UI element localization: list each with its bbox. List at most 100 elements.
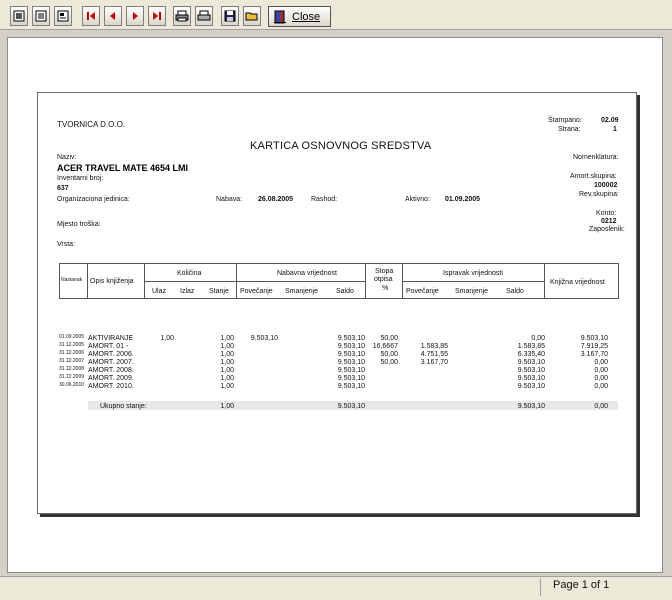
table-cell-stanje: 1,00	[220, 367, 234, 374]
stampano-label: Štampano:	[548, 117, 582, 124]
table-cell-isp-pov: 1.583,85	[420, 343, 448, 350]
aktivno-value: 01.09.2005	[445, 196, 481, 203]
close-label: Close	[292, 10, 321, 23]
table-cell-stanje: 1,00	[220, 383, 234, 390]
table-cell-opis: AMORT. 2006.	[88, 351, 134, 358]
col-nastanak: Nastanak	[61, 277, 83, 283]
table-cell-knj: 0,00	[594, 375, 608, 382]
prev-page-icon[interactable]	[104, 6, 122, 26]
konto-label: Konto:	[596, 210, 617, 217]
col-stanje: Stanje	[209, 288, 229, 295]
amort-grupa-value: 100002	[594, 182, 618, 189]
table-header: Nastanak Opis knjiženja Količina Ulaz Iz…	[59, 263, 619, 299]
company-name: TVORNICA D.O.O.	[57, 120, 126, 129]
report-page: TVORNICA D.O.O. Štampano: 02.09 Strana: …	[37, 92, 637, 514]
aktivno-label: Aktivno:	[405, 196, 430, 203]
stampano-value: 02.09	[601, 117, 619, 124]
first-page-icon[interactable]	[82, 6, 100, 26]
table-cell-isp-saldo: 1.583,85	[517, 343, 545, 350]
print-icon[interactable]	[195, 6, 213, 26]
col-otpisa: otpisa	[374, 276, 393, 283]
rashod-label: Rashod:	[311, 196, 338, 203]
col-izlaz: Izlaz	[180, 288, 195, 295]
table-cell-opis: AMORT. 2008.	[88, 367, 134, 374]
col-nabavna: Nabavna vrijednost	[277, 270, 337, 277]
table-cell-isp-pov: 4.751,55	[420, 351, 448, 358]
page-title: KARTICA OSNOVNOG SREDSTVA	[250, 140, 432, 152]
col-ispravak: Ispravak vrijednosti	[443, 270, 503, 277]
zaposlenik-label: Zaposlenik:	[589, 226, 625, 233]
table-cell-knj: 7.919,25	[580, 343, 608, 350]
status-divider	[540, 578, 541, 596]
col-isp-saldo: Saldo	[506, 288, 524, 295]
table-cell-stanje: 1,00	[220, 335, 234, 342]
table-cell-ulaz: 1,00	[160, 335, 174, 342]
nabava-label: Nabava:	[216, 196, 243, 203]
page-width-icon[interactable]	[32, 6, 50, 26]
table-cell-opis: AKTIVIRANJE	[88, 335, 134, 342]
next-page-icon[interactable]	[126, 6, 144, 26]
table-cell-nab-saldo: 9.503,10	[337, 335, 365, 342]
table-cell-opis: AMORT. 2009.	[88, 375, 134, 382]
close-button[interactable]: Close	[268, 6, 331, 27]
table-cell-nab-pov: 9.503,10	[250, 335, 278, 342]
col-pct: %	[382, 285, 389, 292]
table-cell-knj: 0,00	[594, 367, 608, 374]
table-cell-knj: 3.167,70	[580, 351, 608, 358]
zoom-icon[interactable]	[54, 6, 72, 26]
col-opis: Opis knjiženja	[90, 278, 134, 285]
amort-grupa-label: Amort.skupina:	[570, 173, 617, 180]
totals-nab-saldo: 9.503,10	[337, 403, 365, 410]
table-cell-stanje: 1,00	[220, 359, 234, 366]
col-isp-povecanje: Povečanje	[406, 288, 439, 295]
whole-page-icon[interactable]	[10, 6, 28, 26]
preview-area[interactable]: TVORNICA D.O.O. Štampano: 02.09 Strana: …	[7, 37, 663, 573]
page-indicator: Page 1 of 1	[553, 579, 610, 591]
table-cell-knj: 9.503,10	[580, 335, 608, 342]
save-icon[interactable]	[221, 6, 239, 26]
table-cell-isp-saldo: 9.503,10	[517, 383, 545, 390]
table-cell-stopa: 16,6667	[372, 343, 398, 350]
table-cell-date: 31.12.2007	[59, 358, 85, 364]
col-nab-povecanje: Povečanje	[240, 288, 273, 295]
table-cell-opis: AMORT. 2010.	[88, 383, 134, 390]
open-icon[interactable]	[243, 6, 261, 26]
table-cell-opis: AMORT. 01 -	[88, 343, 129, 350]
table-cell-knj: 0,00	[594, 383, 608, 390]
table-cell-date: 31.12.2008	[59, 366, 85, 372]
col-ulaz: Ulaz	[152, 288, 167, 295]
last-page-icon[interactable]	[148, 6, 166, 26]
inventarni-label: Inventarni broj:	[57, 175, 104, 182]
revskupina-label: Rev.skupina:	[579, 191, 619, 198]
table-cell-nab-saldo: 9.503,10	[337, 351, 365, 358]
table-cell-stanje: 1,00	[220, 375, 234, 382]
table-cell-date: 31.12.2006	[59, 350, 85, 356]
table-cell-isp-saldo: 9.503,10	[517, 375, 545, 382]
nabava-value: 26.08.2005	[258, 196, 294, 203]
table-cell-nab-saldo: 9.503,10	[337, 343, 365, 350]
print-setup-icon[interactable]	[173, 6, 191, 26]
strana-value: 1	[613, 126, 617, 133]
col-knjizna: Knjižna vrijednost	[550, 279, 605, 286]
table-cell-nab-saldo: 9.503,10	[337, 383, 365, 390]
table-cell-date: 31.12.2005	[59, 342, 85, 348]
table-cell-date: 01.09.2005	[59, 334, 85, 340]
table-cell-date: 30.06.2010	[59, 382, 85, 388]
table-cell-isp-saldo: 9.503,10	[517, 367, 545, 374]
mjesto-label: Mjesto troška:	[57, 221, 101, 228]
close-door-icon	[274, 10, 286, 23]
totals-isp-saldo: 9.503,10	[517, 403, 545, 410]
strana-label: Strana:	[558, 126, 581, 133]
table-cell-isp-pov: 3.167,70	[420, 359, 448, 366]
asset-name: ACER TRAVEL MATE 4654 LMI	[57, 163, 189, 173]
table-cell-stopa: 50,00	[380, 335, 398, 342]
table-cell-stopa: 50,00	[380, 359, 398, 366]
col-kolicina: Količina	[177, 270, 202, 277]
table-cell-opis: AMORT. 2007.	[88, 359, 134, 366]
col-nab-saldo: Saldo	[336, 288, 354, 295]
col-nab-smanjenje: Smanjenje	[285, 288, 319, 295]
naziv-label: Naziv:	[57, 154, 77, 161]
table-cell-stanje: 1,00	[220, 351, 234, 358]
toolbar: Close	[0, 0, 672, 30]
table-cell-stopa: 50,00	[380, 351, 398, 358]
